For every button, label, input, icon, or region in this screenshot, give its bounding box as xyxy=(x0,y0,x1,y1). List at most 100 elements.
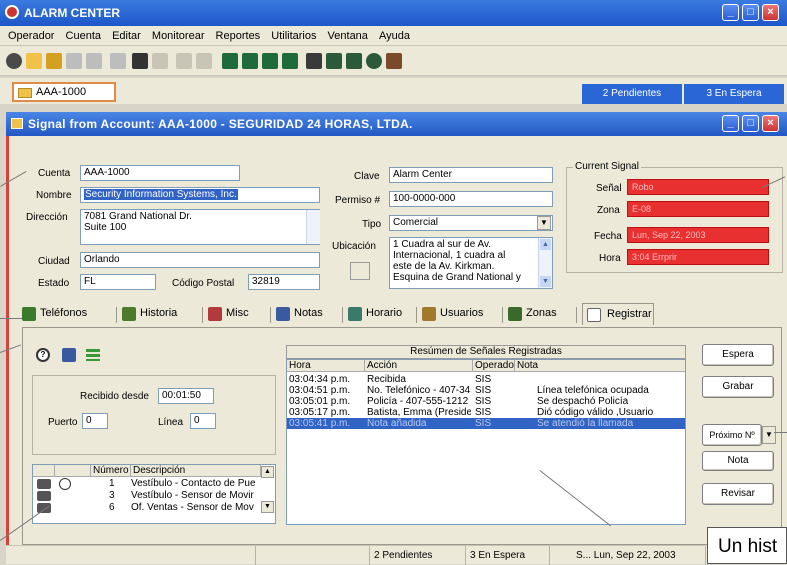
tab-separator xyxy=(502,307,503,323)
maximize-signal-button[interactable]: □ xyxy=(742,115,759,132)
tab-usuarios[interactable]: Usuarios xyxy=(422,303,500,325)
find-icon[interactable] xyxy=(132,53,148,69)
estado-field[interactable]: FL xyxy=(80,274,156,290)
history-icon xyxy=(122,307,136,321)
tipo-dropdown-icon[interactable]: ▼ xyxy=(537,216,551,230)
direccion-label: Dirección xyxy=(26,212,68,223)
menu-operador[interactable]: Operador xyxy=(8,30,54,42)
menu-reportes[interactable]: Reportes xyxy=(216,30,261,42)
menu-editar[interactable]: Editar xyxy=(112,30,141,42)
undo-icon[interactable] xyxy=(152,53,168,69)
signal-window-titlebar: Signal from Account: AAA-1000 - SEGURIDA… xyxy=(6,112,787,136)
grid-scroll-down-icon[interactable]: ▼ xyxy=(261,501,274,513)
minimize-signal-button[interactable]: _ xyxy=(722,115,739,132)
tab-telefonos[interactable]: Teléfonos xyxy=(22,303,114,325)
ubicacion-field[interactable]: 1 Cuadra al sur de Av. Internacional, 1 … xyxy=(389,237,553,289)
recibido-field[interactable]: 00:01:50 xyxy=(158,388,214,404)
menu-monitorear[interactable]: Monitorear xyxy=(152,30,205,42)
log-header-nota[interactable]: Nota xyxy=(515,360,685,372)
menu-ventana[interactable]: Ventana xyxy=(328,30,368,42)
grid-header-numero[interactable]: Número xyxy=(91,465,131,477)
scroll-down-icon[interactable]: ▼ xyxy=(540,276,551,287)
ciudad-field[interactable]: Orlando xyxy=(80,252,320,268)
close-signal-button[interactable]: × xyxy=(762,115,779,132)
grid-header-descripcion[interactable]: Descripción xyxy=(131,465,261,477)
tab-historia[interactable]: Historia xyxy=(122,303,200,325)
espera-button[interactable]: Espera xyxy=(702,344,774,366)
permiso-field[interactable]: 100-0000-000 xyxy=(389,191,553,207)
pending-counter[interactable]: 2 Pendientes xyxy=(582,84,682,104)
puerto-label: Puerto xyxy=(48,417,78,428)
tab-registrar[interactable]: Registrar xyxy=(582,303,654,325)
log-hora: 03:05:17 p.m. xyxy=(289,407,351,418)
signals-icon[interactable] xyxy=(306,53,322,69)
tipo-select[interactable]: Comercial xyxy=(389,215,553,231)
puerto-field[interactable]: 0 xyxy=(82,413,108,429)
cuenta-field[interactable]: AAA-1000 xyxy=(80,165,240,181)
close-doc-icon[interactable] xyxy=(66,53,82,69)
cut-icon[interactable] xyxy=(176,53,192,69)
ubicacion-line: Internacional, 1 cuadra al xyxy=(393,250,506,261)
minimize-window-button[interactable]: _ xyxy=(722,4,739,21)
window-icon xyxy=(11,118,23,129)
question-icon[interactable]: ? xyxy=(36,348,50,362)
note-icon[interactable] xyxy=(62,348,76,362)
waiting-counter[interactable]: 3 En Espera xyxy=(684,84,784,104)
maximize-window-button[interactable]: □ xyxy=(742,4,759,21)
clock-icon[interactable] xyxy=(366,53,382,69)
user-icon[interactable] xyxy=(386,53,402,69)
log-header-operado[interactable]: Operado xyxy=(473,360,515,372)
menu-ayuda[interactable]: Ayuda xyxy=(379,30,410,42)
tab-label: Misc xyxy=(226,307,249,319)
grid-icon[interactable] xyxy=(262,53,278,69)
open-folder-icon[interactable] xyxy=(46,53,62,69)
grabar-button[interactable]: Grabar xyxy=(702,376,774,398)
list-icon[interactable] xyxy=(86,349,100,361)
print-icon[interactable] xyxy=(110,53,126,69)
new-icon[interactable] xyxy=(26,53,42,69)
direccion-scrollbar[interactable] xyxy=(306,210,320,244)
tab-misc[interactable]: Misc xyxy=(208,303,268,325)
menu-utilitarios[interactable]: Utilitarios xyxy=(271,30,316,42)
menu-cuenta[interactable]: Cuenta xyxy=(66,30,101,42)
accounts-icon[interactable] xyxy=(326,53,342,69)
log-header-accion[interactable]: Acción xyxy=(365,360,473,372)
reports-icon[interactable] xyxy=(346,53,362,69)
clave-field[interactable]: Alarm Center xyxy=(389,167,553,183)
hora-label: Hora xyxy=(599,253,621,264)
nombre-field[interactable]: Security Information Systems, Inc. xyxy=(80,187,320,203)
senal-field: Robo xyxy=(627,179,769,195)
save-icon[interactable] xyxy=(86,53,102,69)
revisar-button[interactable]: Revisar xyxy=(702,483,774,505)
grid-scroll-up-icon[interactable]: ▲ xyxy=(261,466,274,478)
tab-zonas[interactable]: Zonas xyxy=(508,303,574,325)
zone-number: 6 xyxy=(109,502,115,513)
zone-description: Vestíbulo - Contacto de Pue xyxy=(131,478,256,489)
codigo-postal-field[interactable]: 32819 xyxy=(248,274,320,290)
tab-horario[interactable]: Horario xyxy=(348,303,414,325)
nota-button[interactable]: Nota xyxy=(702,451,774,471)
ubicacion-line: Esquina de Grand National y xyxy=(393,272,521,283)
reception-group xyxy=(32,375,276,455)
tab-label: Notas xyxy=(294,307,323,319)
proximo-button[interactable]: Próximo Nº xyxy=(702,424,762,446)
log-header-hora[interactable]: Hora xyxy=(287,360,365,372)
proximo-dropdown-icon[interactable]: ▼ xyxy=(762,426,776,444)
ubicacion-scrollbar[interactable]: ▲ ▼ xyxy=(538,238,552,288)
direccion-field[interactable]: 7081 Grand National Dr. Suite 100 xyxy=(80,209,320,245)
copy-icon[interactable] xyxy=(196,53,212,69)
scroll-up-icon[interactable]: ▲ xyxy=(540,239,551,250)
tab-separator xyxy=(416,307,417,323)
screen-icon[interactable] xyxy=(242,53,258,69)
tab-notas[interactable]: Notas xyxy=(276,303,340,325)
monitor-icon[interactable] xyxy=(222,53,238,69)
zona-field: E-08 xyxy=(627,201,769,217)
close-window-button[interactable]: × xyxy=(762,4,779,21)
map-icon[interactable] xyxy=(350,262,370,280)
tab-label: Historia xyxy=(140,307,178,319)
account-tab[interactable]: AAA-1000 xyxy=(12,82,116,102)
help-icon[interactable] xyxy=(282,53,298,69)
log-row-selected[interactable]: 03:05:41 p.m. Nota añadida SIS Se atendi… xyxy=(287,418,685,429)
linea-field[interactable]: 0 xyxy=(190,413,216,429)
alarm-icon[interactable] xyxy=(6,53,22,69)
